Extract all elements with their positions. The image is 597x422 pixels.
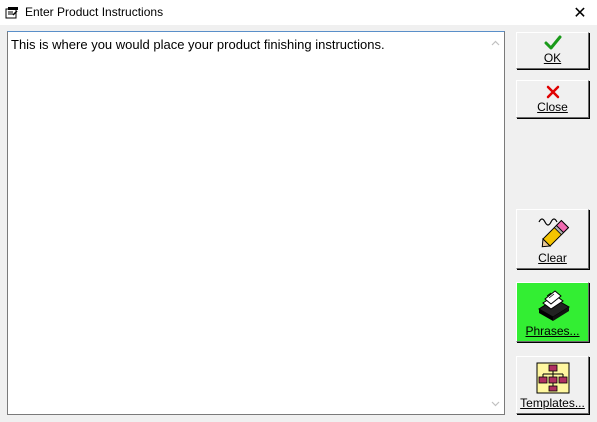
phrases-button-label: Phrases... <box>525 324 580 338</box>
phrases-button[interactable]: Phrases... <box>516 282 589 342</box>
eraser-pencil-icon <box>535 214 571 251</box>
window-close-button[interactable]: ✕ <box>563 0 597 25</box>
templates-button-label: Templates... <box>520 396 585 410</box>
title-bar[interactable]: Enter Product Instructions ✕ <box>0 0 597 25</box>
product-instructions-dialog: Enter Product Instructions ✕ This is whe… <box>0 0 597 422</box>
clear-button[interactable]: Clear <box>516 209 589 269</box>
close-icon: ✕ <box>573 3 587 22</box>
window-title: Enter Product Instructions <box>25 5 164 19</box>
app-window-icon <box>5 6 19 19</box>
close-button-label: Close <box>537 100 568 114</box>
card-file-icon <box>533 287 573 324</box>
clear-button-label: Clear <box>538 251 567 265</box>
close-button[interactable]: Close <box>516 80 589 118</box>
hierarchy-chart-icon <box>536 362 570 397</box>
templates-button[interactable]: Templates... <box>516 356 589 414</box>
instructions-text[interactable]: This is where you would place your produ… <box>11 37 484 53</box>
ok-button-label: OK <box>543 51 562 65</box>
scroll-up-arrow-icon[interactable] <box>487 34 504 51</box>
scroll-down-arrow-icon[interactable] <box>487 395 504 412</box>
ok-button[interactable]: OK <box>516 32 589 69</box>
instructions-text-area[interactable]: This is where you would place your produ… <box>7 31 505 415</box>
vertical-scrollbar[interactable] <box>487 32 504 414</box>
